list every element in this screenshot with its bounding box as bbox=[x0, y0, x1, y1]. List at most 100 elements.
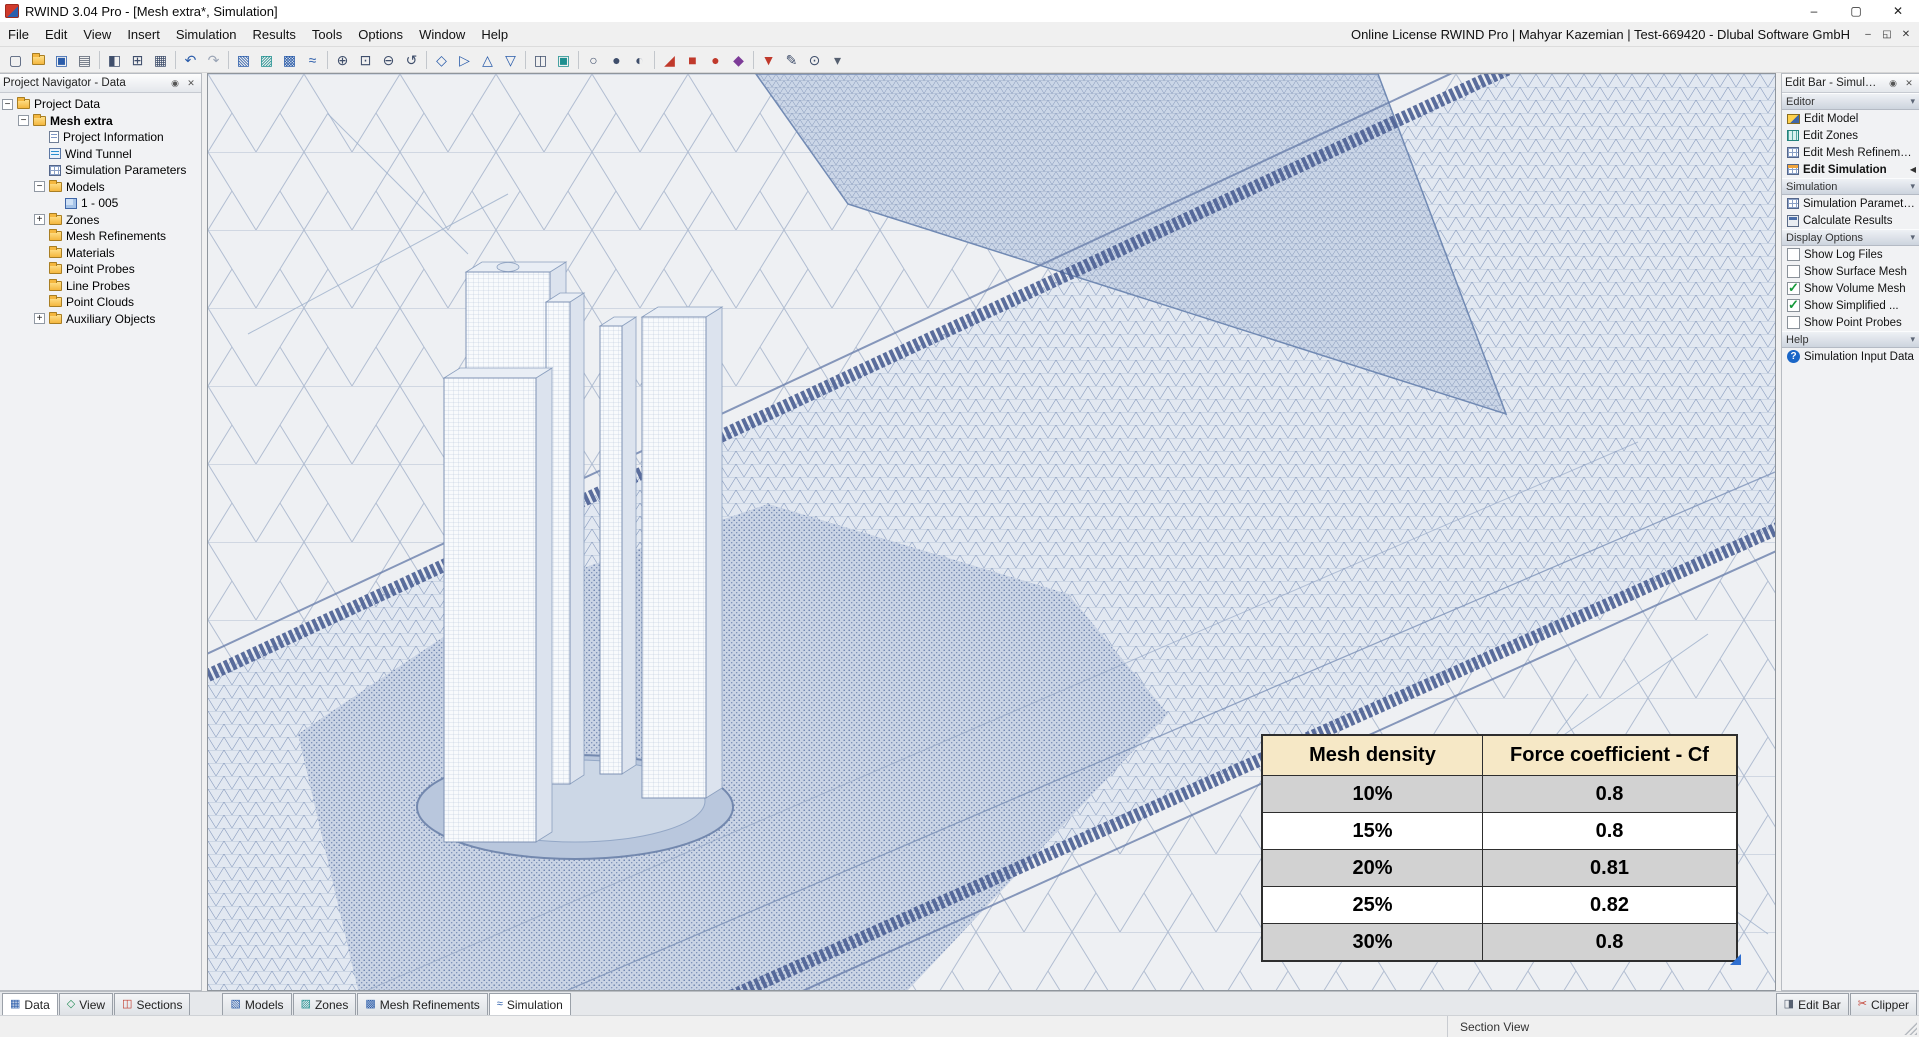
checkbox-show-volume-mesh[interactable] bbox=[1787, 280, 1800, 296]
tab-view[interactable]: ◇ View bbox=[58, 993, 114, 1015]
show-results-button[interactable]: ◆ bbox=[727, 49, 750, 71]
section-header-editor[interactable]: Editor ▾ bbox=[1782, 93, 1919, 110]
show-tables-button[interactable]: ⊞ bbox=[126, 49, 149, 71]
menu-simulation[interactable]: Simulation bbox=[168, 22, 245, 46]
editbar-item-edit-model[interactable]: Edit Model bbox=[1782, 110, 1919, 127]
mdi-close-button[interactable]: ✕ bbox=[1898, 26, 1914, 42]
tab-clipper[interactable]: ✂ Clipper bbox=[1849, 993, 1917, 1015]
undo-button[interactable]: ↶ bbox=[179, 49, 202, 71]
menu-results[interactable]: Results bbox=[245, 22, 304, 46]
menu-view[interactable]: View bbox=[75, 22, 119, 46]
tree-expander-mesh-extra[interactable]: − bbox=[18, 115, 29, 127]
display-option-show-log-files[interactable]: Show Log Files bbox=[1782, 246, 1919, 263]
menu-tools[interactable]: Tools bbox=[304, 22, 350, 46]
shaded-display-button[interactable]: ● bbox=[605, 49, 628, 71]
menu-help[interactable]: Help bbox=[473, 22, 516, 46]
pin-icon[interactable]: ◉ bbox=[1886, 76, 1900, 90]
section-box-button[interactable]: ▣ bbox=[552, 49, 575, 71]
tab-simulation[interactable]: ≈ Simulation bbox=[488, 993, 571, 1015]
table-resize-handle[interactable] bbox=[1730, 954, 1741, 965]
editbar-item-edit-mesh-refinements[interactable]: Edit Mesh Refinements bbox=[1782, 144, 1919, 161]
previous-view-button[interactable]: ↺ bbox=[400, 49, 423, 71]
view-y-button[interactable]: △ bbox=[476, 49, 499, 71]
wireframe-display-button[interactable]: ○ bbox=[582, 49, 605, 71]
redo-button[interactable]: ↷ bbox=[202, 49, 225, 71]
minimize-button[interactable]: – bbox=[1793, 0, 1835, 22]
hidden-line-display-button[interactable]: ◐ bbox=[628, 49, 651, 71]
zoom-window-button[interactable]: ⊡ bbox=[354, 49, 377, 71]
mdi-minimize-button[interactable]: – bbox=[1860, 26, 1876, 42]
settings-button[interactable]: ⊙ bbox=[803, 49, 826, 71]
tab-data[interactable]: ▦ Data bbox=[2, 993, 58, 1015]
section-header-simulation[interactable]: Simulation ▾ bbox=[1782, 178, 1919, 195]
record-animation-button[interactable]: ● bbox=[704, 49, 727, 71]
isometric-view-button[interactable]: ◇ bbox=[430, 49, 453, 71]
tree-item-models[interactable]: − Models bbox=[0, 179, 201, 196]
close-icon[interactable]: ✕ bbox=[1902, 76, 1916, 90]
tree-expander-zones[interactable]: + bbox=[34, 214, 45, 226]
display-option-show-volume-mesh[interactable]: Show Volume Mesh bbox=[1782, 280, 1919, 297]
tab-models[interactable]: ▧ Models bbox=[222, 993, 292, 1015]
close-icon[interactable]: ✕ bbox=[184, 76, 198, 90]
clipping-plane-button[interactable]: ◫ bbox=[529, 49, 552, 71]
checkbox-show-surface-mesh[interactable] bbox=[1787, 265, 1800, 278]
menu-edit[interactable]: Edit bbox=[37, 22, 75, 46]
show-grid-button[interactable]: ▦ bbox=[149, 49, 172, 71]
menu-insert[interactable]: Insert bbox=[119, 22, 168, 46]
tree-item-simulation-parameters[interactable]: Simulation Parameters bbox=[0, 162, 201, 179]
display-option-show-point-probes[interactable]: Show Point Probes bbox=[1782, 314, 1919, 331]
tree-item-materials[interactable]: Materials bbox=[0, 245, 201, 262]
tree-expander-models[interactable]: − bbox=[34, 181, 45, 193]
display-option-show-simplified[interactable]: Show Simplified ... bbox=[1782, 297, 1919, 314]
tree-item-line-probes[interactable]: Line Probes bbox=[0, 278, 201, 295]
measure-button[interactable]: ✎ bbox=[780, 49, 803, 71]
menu-window[interactable]: Window bbox=[411, 22, 473, 46]
editbar-item-simulation-input-data[interactable]: Simulation Input Data bbox=[1782, 348, 1919, 365]
tree-item-auxiliary-objects[interactable]: + Auxiliary Objects bbox=[0, 311, 201, 328]
open-project-button[interactable] bbox=[27, 49, 50, 71]
resize-grip[interactable] bbox=[1904, 1022, 1917, 1035]
section-header-display-options[interactable]: Display Options ▾ bbox=[1782, 229, 1919, 246]
zoom-out-button[interactable]: ⊖ bbox=[377, 49, 400, 71]
new-project-button[interactable]: ▢ bbox=[4, 49, 27, 71]
menu-options[interactable]: Options bbox=[350, 22, 411, 46]
checkbox-show-log-files[interactable] bbox=[1787, 248, 1800, 261]
checkbox-show-point-probes[interactable] bbox=[1787, 316, 1800, 329]
editbar-item-edit-zones[interactable]: Edit Zones bbox=[1782, 127, 1919, 144]
tree-expander-auxiliary-objects[interactable]: + bbox=[34, 313, 45, 325]
new-zone-button[interactable]: ▨ bbox=[255, 49, 278, 71]
tree-item-project-data[interactable]: − Project Data bbox=[0, 96, 201, 113]
view-x-button[interactable]: ▷ bbox=[453, 49, 476, 71]
tree-item-mesh-refinements[interactable]: Mesh Refinements bbox=[0, 228, 201, 245]
more-tools-button[interactable]: ▾ bbox=[826, 49, 849, 71]
tree-item-point-clouds[interactable]: Point Clouds bbox=[0, 294, 201, 311]
tree-item-project-information[interactable]: Project Information bbox=[0, 129, 201, 146]
delete-results-button[interactable]: ◢ bbox=[658, 49, 681, 71]
tree-item-mesh-extra[interactable]: − Mesh extra bbox=[0, 113, 201, 130]
tab-sections[interactable]: ◫ Sections bbox=[114, 993, 191, 1015]
show-navigator-button[interactable]: ◧ bbox=[103, 49, 126, 71]
results-table-overlay[interactable]: Mesh density Force coefficient - Cf 10% 0… bbox=[1262, 735, 1741, 965]
mdi-restore-button[interactable]: ◱ bbox=[1879, 26, 1895, 42]
viewport-3d[interactable]: Mesh density Force coefficient - Cf 10% 0… bbox=[207, 73, 1776, 991]
new-mesh-refinement-button[interactable]: ▩ bbox=[278, 49, 301, 71]
section-header-help[interactable]: Help ▾ bbox=[1782, 331, 1919, 348]
tree-item-wind-tunnel[interactable]: Wind Tunnel bbox=[0, 146, 201, 163]
menu-file[interactable]: File bbox=[0, 22, 37, 46]
pin-icon[interactable]: ◉ bbox=[168, 76, 182, 90]
tab-zones[interactable]: ▨ Zones bbox=[292, 993, 357, 1015]
editbar-item-edit-simulation[interactable]: Edit Simulation ◀ bbox=[1782, 161, 1919, 178]
checkbox-show-simplified[interactable] bbox=[1787, 297, 1800, 313]
wind-profile-button[interactable]: ≈ bbox=[301, 49, 324, 71]
tree-item-point-probes[interactable]: Point Probes bbox=[0, 261, 201, 278]
maximize-button[interactable]: ▢ bbox=[1835, 0, 1877, 22]
tree-item-zones[interactable]: + Zones bbox=[0, 212, 201, 229]
editbar-item-calculate-results[interactable]: Calculate Results bbox=[1782, 212, 1919, 229]
display-option-show-surface-mesh[interactable]: Show Surface Mesh bbox=[1782, 263, 1919, 280]
editbar-item-simulation-parameter[interactable]: Simulation Parameter ... bbox=[1782, 195, 1919, 212]
tab-mesh-refinements[interactable]: ▩ Mesh Refinements bbox=[357, 993, 488, 1015]
zoom-all-button[interactable]: ⊕ bbox=[331, 49, 354, 71]
tab-edit-bar[interactable]: ◨ Edit Bar bbox=[1775, 993, 1849, 1015]
close-button[interactable]: ✕ bbox=[1877, 0, 1919, 22]
tree-item-1-005[interactable]: 1 - 005 bbox=[0, 195, 201, 212]
